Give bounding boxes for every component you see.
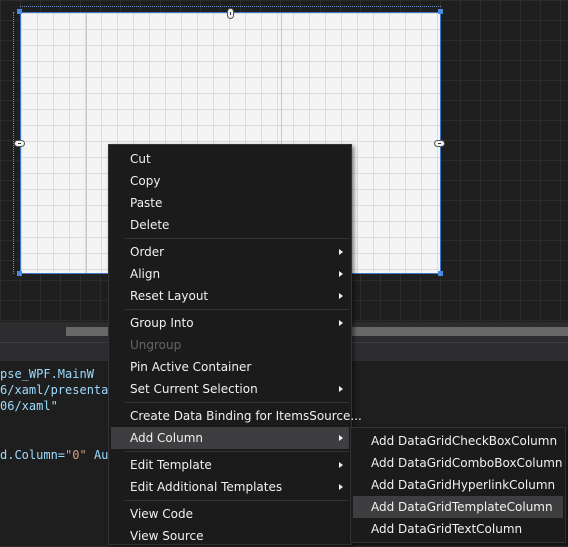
menu-item-delete[interactable]: Delete xyxy=(111,214,349,236)
menu-item-pin-active-container[interactable]: Pin Active Container xyxy=(111,356,349,378)
menu-item-label: Ungroup xyxy=(130,338,182,352)
resize-handle-right[interactable] xyxy=(434,140,445,147)
submenu-item-combobox-column[interactable]: Add DataGridComboBoxColumn xyxy=(353,452,563,474)
menu-separator xyxy=(125,451,349,452)
menu-item-ungroup: Ungroup xyxy=(111,334,349,356)
menu-item-label: Add Column xyxy=(130,431,204,445)
menu-item-label: Add DataGridTextColumn xyxy=(371,522,523,536)
menu-item-group-into[interactable]: Group Into xyxy=(111,312,349,334)
submenu-arrow-icon xyxy=(339,293,343,299)
code-value: "0" xyxy=(65,448,87,462)
menu-item-label: Order xyxy=(130,245,165,259)
grid-column-divider xyxy=(86,13,87,273)
menu-item-create-data-binding[interactable]: Create Data Binding for ItemsSource... xyxy=(111,405,362,427)
menu-item-view-code[interactable]: View Code xyxy=(111,503,349,525)
menu-item-label: Copy xyxy=(130,174,161,188)
menu-item-label: Reset Layout xyxy=(130,289,209,303)
submenu-item-hyperlink-column[interactable]: Add DataGridHyperlinkColumn xyxy=(353,474,563,496)
menu-item-label: View Source xyxy=(130,529,204,543)
menu-item-order[interactable]: Order xyxy=(111,241,349,263)
menu-item-label: Add DataGridComboBoxColumn xyxy=(371,456,563,470)
code-line: pse_WPF.MainW xyxy=(0,367,94,381)
submenu-item-template-column[interactable]: Add DataGridTemplateColumn xyxy=(353,496,563,518)
menu-item-label: Edit Additional Templates xyxy=(130,480,283,494)
resize-handle-left[interactable] xyxy=(14,140,25,147)
submenu-arrow-icon xyxy=(339,484,343,490)
menu-item-label: Delete xyxy=(130,218,170,232)
add-column-submenu: Add DataGridCheckBoxColumn Add DataGridC… xyxy=(350,427,566,543)
menu-item-label: Paste xyxy=(130,196,163,210)
menu-item-cut[interactable]: Cut xyxy=(111,148,349,170)
menu-item-align[interactable]: Align xyxy=(111,263,349,285)
menu-item-label: Pin Active Container xyxy=(130,360,252,374)
menu-item-label: Cut xyxy=(130,152,151,166)
menu-item-copy[interactable]: Copy xyxy=(111,170,349,192)
menu-item-view-source[interactable]: View Source xyxy=(111,525,349,547)
context-menu: Cut Copy Paste Delete Order Align Reset … xyxy=(108,144,362,547)
menu-item-set-current-selection[interactable]: Set Current Selection xyxy=(111,378,349,400)
menu-item-edit-template[interactable]: Edit Template xyxy=(111,454,349,476)
menu-separator xyxy=(125,500,349,501)
submenu-arrow-icon xyxy=(339,320,343,326)
code-line: 06/xaml" xyxy=(0,399,58,413)
menu-item-reset-layout[interactable]: Reset Layout xyxy=(111,285,349,307)
code-attribute: Au xyxy=(86,448,109,462)
top-margin-guide xyxy=(20,6,441,7)
menu-item-add-column[interactable]: Add Column xyxy=(111,427,349,449)
menu-item-paste[interactable]: Paste xyxy=(111,192,349,214)
menu-item-label: Create Data Binding for ItemsSource... xyxy=(130,409,362,423)
resize-corner-bottom-left[interactable] xyxy=(17,271,22,276)
menu-separator xyxy=(125,309,349,310)
resize-corner-top-left[interactable] xyxy=(17,9,22,14)
submenu-item-checkbox-column[interactable]: Add DataGridCheckBoxColumn xyxy=(353,430,563,452)
code-line: 6/xaml/presentat xyxy=(0,383,116,397)
menu-item-edit-additional-templates[interactable]: Edit Additional Templates xyxy=(111,476,349,498)
menu-separator xyxy=(125,402,349,403)
menu-item-label: View Code xyxy=(130,507,194,521)
submenu-arrow-icon xyxy=(339,386,343,392)
submenu-arrow-icon xyxy=(339,271,343,277)
resize-handle-top[interactable] xyxy=(227,8,234,19)
menu-item-label: Add DataGridCheckBoxColumn xyxy=(371,434,558,448)
submenu-arrow-icon xyxy=(339,462,343,468)
menu-item-label: Add DataGridTemplateColumn xyxy=(371,500,553,514)
code-line: d.Column="0" Au xyxy=(0,448,108,462)
menu-item-label: Edit Template xyxy=(130,458,212,472)
code-attribute: d.Column= xyxy=(0,448,66,462)
menu-item-label: Add DataGridHyperlinkColumn xyxy=(371,478,556,492)
submenu-item-text-column[interactable]: Add DataGridTextColumn xyxy=(353,518,563,540)
resize-corner-bottom-right[interactable] xyxy=(438,271,443,276)
resize-corner-top-right[interactable] xyxy=(438,9,443,14)
submenu-arrow-icon xyxy=(339,249,343,255)
menu-item-label: Group Into xyxy=(130,316,194,330)
menu-item-label: Align xyxy=(130,267,161,281)
menu-separator xyxy=(125,238,349,239)
submenu-arrow-icon xyxy=(339,435,343,441)
menu-item-label: Set Current Selection xyxy=(130,382,258,396)
